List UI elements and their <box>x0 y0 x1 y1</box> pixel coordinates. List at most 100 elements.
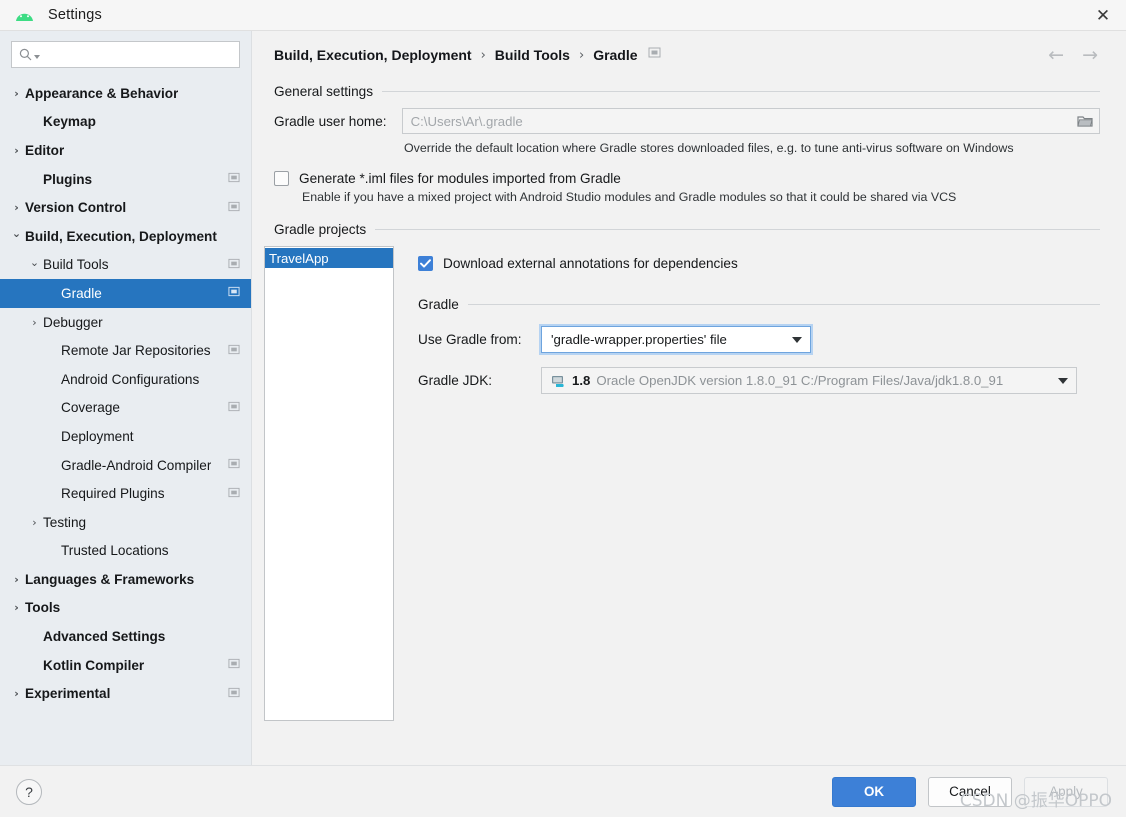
search-box[interactable] <box>11 41 240 68</box>
chevron-down-icon[interactable] <box>792 336 802 343</box>
sidebar-item-version-control[interactable]: › Version Control <box>0 193 251 222</box>
sidebar-item-debugger[interactable]: › Debugger <box>0 308 251 337</box>
download-annotations-checkbox[interactable] <box>418 256 433 271</box>
chevron-right-icon[interactable]: › <box>8 601 25 614</box>
chevron-right-icon[interactable]: › <box>8 87 25 100</box>
generate-iml-hint: Enable if you have a mixed project with … <box>302 190 957 204</box>
project-scope-icon[interactable] <box>228 658 240 673</box>
chevron-down-icon[interactable] <box>1058 377 1068 384</box>
chevron-right-icon[interactable]: › <box>8 144 25 157</box>
sidebar-item-build-execution-deployment[interactable]: ⌄ Build, Execution, Deployment <box>0 222 251 251</box>
project-scope-icon[interactable] <box>228 172 240 187</box>
sidebar-item-label: Testing <box>43 514 87 530</box>
use-gradle-from-label: Use Gradle from: <box>418 332 522 347</box>
gradle-project-detail: Download external annotations for depend… <box>394 246 1126 721</box>
sidebar-item-testing[interactable]: › Testing <box>0 508 251 537</box>
project-scope-icon[interactable] <box>648 46 661 64</box>
sidebar-item-label: Android Configurations <box>61 371 200 387</box>
chevron-down-icon[interactable]: ⌄ <box>8 227 25 240</box>
sidebar-item-remote-jar-repositories[interactable]: Remote Jar Repositories <box>0 336 251 365</box>
gradle-jdk-row: Gradle JDK: 1.8 Oracle OpenJDK version 1… <box>418 367 1100 394</box>
help-button[interactable]: ? <box>16 778 42 805</box>
divider <box>382 91 1100 92</box>
breadcrumb-item-0[interactable]: Build, Execution, Deployment <box>274 47 472 63</box>
generate-iml-checkbox[interactable] <box>274 171 289 186</box>
window-title: Settings <box>48 7 102 23</box>
project-scope-icon[interactable] <box>228 257 240 272</box>
project-scope-icon[interactable] <box>228 458 240 473</box>
sidebar-item-languages-frameworks[interactable]: › Languages & Frameworks <box>0 565 251 594</box>
download-annotations-row[interactable]: Download external annotations for depend… <box>418 256 1100 271</box>
sidebar-item-build-tools[interactable]: ⌄ Build Tools <box>0 251 251 280</box>
project-scope-icon[interactable] <box>228 400 240 415</box>
project-scope-icon[interactable] <box>228 286 240 301</box>
sidebar-item-trusted-locations[interactable]: Trusted Locations <box>0 537 251 566</box>
sidebar-item-android-configurations[interactable]: Android Configurations <box>0 365 251 394</box>
title-bar: Settings ✕ <box>0 0 1126 31</box>
chevron-right-icon[interactable]: › <box>8 201 25 214</box>
chevron-right-icon[interactable]: › <box>26 316 43 329</box>
chevron-right-icon[interactable]: › <box>8 687 25 700</box>
sidebar-item-label: Kotlin Compiler <box>43 657 145 673</box>
folder-icon[interactable] <box>1071 109 1099 133</box>
sidebar-item-experimental[interactable]: › Experimental <box>0 679 251 708</box>
divider <box>467 304 1100 305</box>
search-input[interactable] <box>42 47 239 62</box>
gradle-user-home-field[interactable] <box>401 108 1100 134</box>
project-scope-icon[interactable] <box>228 686 240 701</box>
jdk-icon <box>551 374 566 388</box>
gradle-projects-title: Gradle projects <box>274 222 367 237</box>
project-scope-icon[interactable] <box>228 486 240 501</box>
sidebar-item-label: Debugger <box>43 314 103 330</box>
chevron-right-icon[interactable]: › <box>26 516 43 529</box>
sidebar-item-label: Version Control <box>25 200 127 216</box>
search-container <box>0 31 251 76</box>
sidebar-item-kotlin-compiler[interactable]: Kotlin Compiler <box>0 651 251 680</box>
gradle-user-home-input[interactable] <box>402 113 1071 129</box>
sidebar-item-tools[interactable]: › Tools <box>0 594 251 623</box>
project-scope-icon[interactable] <box>228 343 240 358</box>
forward-arrow-icon[interactable]: → <box>1082 45 1098 65</box>
use-gradle-from-dropdown[interactable]: 'gradle-wrapper.properties' file <box>539 324 813 355</box>
sidebar-item-plugins[interactable]: Plugins <box>0 165 251 194</box>
close-icon[interactable]: ✕ <box>1080 0 1126 31</box>
back-arrow-icon[interactable]: ← <box>1048 45 1064 65</box>
breadcrumb-item-1[interactable]: Build Tools <box>495 47 570 63</box>
generate-iml-label: Generate *.iml files for modules importe… <box>299 171 621 186</box>
sidebar-item-label: Build, Execution, Deployment <box>25 228 217 244</box>
dialog-body: › Appearance & Behavior Keymap › Editor Plugi… <box>0 31 1126 765</box>
sidebar-item-keymap[interactable]: Keymap <box>0 108 251 137</box>
project-scope-icon[interactable] <box>228 200 240 215</box>
sidebar-item-gradle-android-compiler[interactable]: Gradle-Android Compiler <box>0 451 251 480</box>
history-nav: ← → <box>1048 45 1108 65</box>
gradle-subsection-title: Gradle <box>418 297 459 312</box>
sidebar-item-label: Keymap <box>43 114 96 130</box>
sidebar-item-gradle[interactable]: Gradle <box>0 279 251 308</box>
sidebar-item-label: Languages & Frameworks <box>25 571 195 587</box>
sidebar-item-label: Gradle-Android Compiler <box>61 457 212 473</box>
sidebar-item-label: Appearance & Behavior <box>25 85 179 101</box>
gradle-projects-area: TravelApp Download external annotations … <box>252 246 1126 721</box>
apply-button[interactable]: Apply <box>1024 776 1108 807</box>
sidebar-item-appearance-behavior[interactable]: › Appearance & Behavior <box>0 79 251 108</box>
sidebar-item-required-plugins[interactable]: Required Plugins <box>0 479 251 508</box>
search-filter-caret-icon[interactable] <box>34 54 40 59</box>
chevron-right-icon[interactable]: › <box>8 573 25 586</box>
ok-button[interactable]: OK <box>832 776 916 807</box>
download-annotations-label: Download external annotations for depend… <box>443 256 738 271</box>
gradle-project-item[interactable]: TravelApp <box>265 248 393 268</box>
chevron-down-icon[interactable]: ⌄ <box>26 256 43 269</box>
sidebar-item-deployment[interactable]: Deployment <box>0 422 251 451</box>
generate-iml-row[interactable]: Generate *.iml files for modules importe… <box>252 171 1126 186</box>
cancel-button[interactable]: Cancel <box>928 776 1012 807</box>
use-gradle-from-row: Use Gradle from: 'gradle-wrapper.propert… <box>418 324 1100 355</box>
gradle-jdk-dropdown[interactable]: 1.8 Oracle OpenJDK version 1.8.0_91 C:/P… <box>541 367 1077 394</box>
sidebar-item-label: Gradle <box>61 285 102 301</box>
breadcrumb-item-2[interactable]: Gradle <box>593 47 637 63</box>
sidebar-item-advanced-settings[interactable]: Advanced Settings <box>0 622 251 651</box>
footer-buttons: OK Cancel Apply <box>832 776 1108 807</box>
gradle-project-list[interactable]: TravelApp <box>264 246 394 721</box>
sidebar-item-coverage[interactable]: Coverage <box>0 394 251 423</box>
sidebar-item-editor[interactable]: › Editor <box>0 136 251 165</box>
general-settings-title: General settings <box>274 84 373 99</box>
